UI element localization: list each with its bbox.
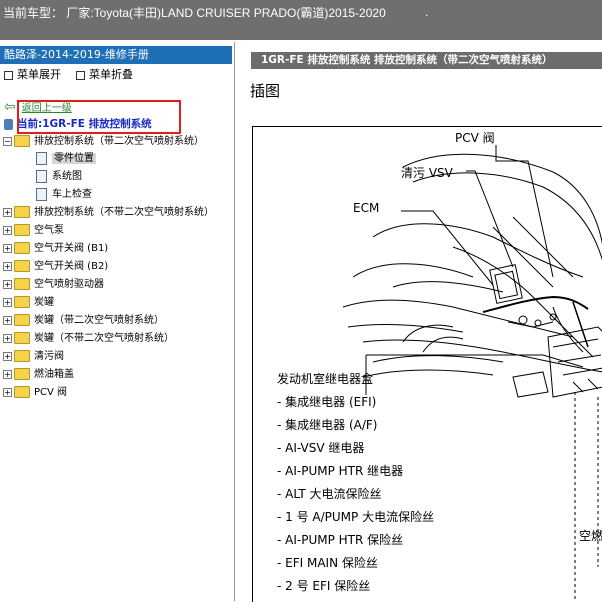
- tree-node[interactable]: + 燃油箱盖: [3, 367, 74, 383]
- tree-node-label: 炭罐（带二次空气喷射系统）: [34, 315, 164, 326]
- folder-icon: [14, 278, 30, 290]
- tree-node[interactable]: + 炭罐（不带二次空气喷射系统）: [3, 331, 174, 347]
- document-icon: [36, 187, 47, 201]
- content-header: 1GR-FE 排放控制系统 排放控制系统（带二次空气喷射系统）: [251, 52, 602, 69]
- title-dot: .: [425, 6, 429, 19]
- relay-item: - AI-PUMP HTR 保险丝: [277, 533, 404, 547]
- folder-icon: [14, 386, 30, 398]
- tree-leaf[interactable]: 零件位置: [36, 151, 96, 167]
- expand-toggle-icon[interactable]: +: [3, 279, 12, 289]
- relay-item: - ALT 大电流保险丝: [277, 487, 382, 501]
- tree-node[interactable]: + 炭罐: [3, 295, 54, 311]
- expand-toggle-icon[interactable]: +: [3, 369, 12, 379]
- expand-toggle-icon[interactable]: +: [3, 225, 12, 235]
- expand-toggle-icon[interactable]: +: [3, 261, 12, 271]
- manual-header: 酷路泽-2014-2019-维修手册: [0, 46, 232, 64]
- tree-node[interactable]: + 空气泵: [3, 223, 64, 239]
- tree-node-label: 清污阀: [34, 351, 64, 362]
- relay-item: - 集成继电器 (EFI): [277, 395, 377, 409]
- tree-node[interactable]: + 空气开关阀 (B1): [3, 241, 108, 257]
- expand-toggle-icon[interactable]: +: [3, 297, 12, 307]
- navigation-panel: 酷路泽-2014-2019-维修手册 菜单展开 菜单折叠 ⇦ 返回上一级 当前:1…: [0, 42, 235, 601]
- relay-item: - EFI MAIN 保险丝: [277, 556, 378, 570]
- relay-box-label: 发动机室继电器盒: [277, 372, 374, 386]
- vehicle-model-text: 当前车型： 厂家:Toyota(丰田)LAND CRUISER PRADO(霸道…: [3, 6, 386, 20]
- purge-vsv-label: 清污 VSV: [401, 166, 453, 180]
- expand-toggle-icon[interactable]: +: [3, 387, 12, 397]
- tree-leaf-label: 系统图: [52, 171, 82, 182]
- tree-node-label: 排放控制系统（不带二次空气喷射系统）: [34, 207, 214, 218]
- relay-item: - 集成继电器 (A/F): [277, 418, 378, 432]
- document-icon: [36, 169, 47, 183]
- tree-node-label: 炭罐（不带二次空气喷射系统）: [34, 333, 174, 344]
- menu-expand-label: 菜单展开: [17, 68, 61, 81]
- pcv-valve-label: PCV 阀: [455, 131, 495, 145]
- tree-leaf[interactable]: 系统图: [36, 169, 82, 185]
- tree-node-label: 空气泵: [34, 225, 64, 236]
- relay-item: - AI-VSV 继电器: [277, 441, 365, 455]
- illustration: PCV 阀 清污 VSV ECM 发动机室继电器盒 - 集成继电器 (EFI) …: [252, 126, 602, 602]
- collapse-icon: [76, 70, 85, 80]
- tree-leaf-label: 车上检查: [52, 189, 92, 200]
- tree-node[interactable]: + 清污阀: [3, 349, 64, 365]
- tree-node[interactable]: + 空气开关阀 (B2): [3, 259, 108, 275]
- tree-node[interactable]: + PCV 阀: [3, 385, 67, 401]
- expand-toggle-icon[interactable]: +: [3, 351, 12, 361]
- tree-node-label: 空气开关阀 (B2): [34, 261, 109, 272]
- back-arrow-icon: ⇦: [4, 99, 16, 115]
- collapse-toggle-icon[interactable]: −: [3, 136, 12, 146]
- tree-node[interactable]: + 炭罐（带二次空气喷射系统）: [3, 313, 164, 329]
- tree-node[interactable]: + 空气喷射驱动器: [3, 277, 104, 293]
- menu-collapse-button[interactable]: 菜单折叠: [76, 66, 133, 82]
- expand-icon: [4, 70, 13, 80]
- relay-item: - AI-PUMP HTR 继电器: [277, 464, 404, 478]
- title-bar: 当前车型： 厂家:Toyota(丰田)LAND CRUISER PRADO(霸道…: [0, 0, 602, 40]
- folder-icon: [14, 135, 30, 147]
- folder-icon: [14, 296, 30, 308]
- folder-icon: [14, 260, 30, 272]
- relay-item: - 2 号 EFI 保险丝: [277, 579, 371, 593]
- folder-icon: [14, 368, 30, 380]
- menu-expand-button[interactable]: 菜单展开: [4, 66, 61, 82]
- tree-leaf[interactable]: 车上检查: [36, 187, 92, 203]
- tree-node-label: 空气喷射驱动器: [34, 279, 104, 290]
- expand-toggle-icon[interactable]: +: [3, 207, 12, 217]
- tree-node-label: 炭罐: [34, 297, 54, 308]
- ecm-label: ECM: [353, 201, 380, 215]
- section-title: 插图: [250, 82, 281, 100]
- menu-collapse-label: 菜单折叠: [89, 68, 133, 81]
- folder-icon: [14, 314, 30, 326]
- tree-node-label: 空气开关阀 (B1): [34, 243, 109, 254]
- tree-node-label: PCV 阀: [34, 387, 68, 398]
- folder-icon: [14, 350, 30, 362]
- tree-leaf-label: 零件位置: [52, 153, 96, 164]
- tree-node-label: 燃油箱盖: [34, 369, 74, 380]
- expand-toggle-icon[interactable]: +: [3, 333, 12, 343]
- folder-icon: [14, 206, 30, 218]
- folder-icon: [14, 332, 30, 344]
- folder-icon: [14, 224, 30, 236]
- tree-node[interactable]: − 排放控制系统（带二次空气喷射系统）: [3, 134, 204, 150]
- expand-toggle-icon[interactable]: +: [3, 315, 12, 325]
- tree-node[interactable]: + 排放控制系统（不带二次空气喷射系统）: [3, 205, 214, 221]
- computer-icon: [4, 118, 13, 130]
- highlight-box: [17, 100, 181, 134]
- content-panel: 1GR-FE 排放控制系统 排放控制系统（带二次空气喷射系统） 插图 PCV 阀…: [241, 42, 602, 602]
- expand-toggle-icon[interactable]: +: [3, 243, 12, 253]
- document-icon: [36, 151, 47, 165]
- relay-item: - 1 号 A/PUMP 大电流保险丝: [277, 510, 435, 524]
- air-fuel-label: 空燃: [579, 529, 602, 543]
- tree-node-label: 排放控制系统（带二次空气喷射系统）: [34, 136, 204, 147]
- folder-icon: [14, 242, 30, 254]
